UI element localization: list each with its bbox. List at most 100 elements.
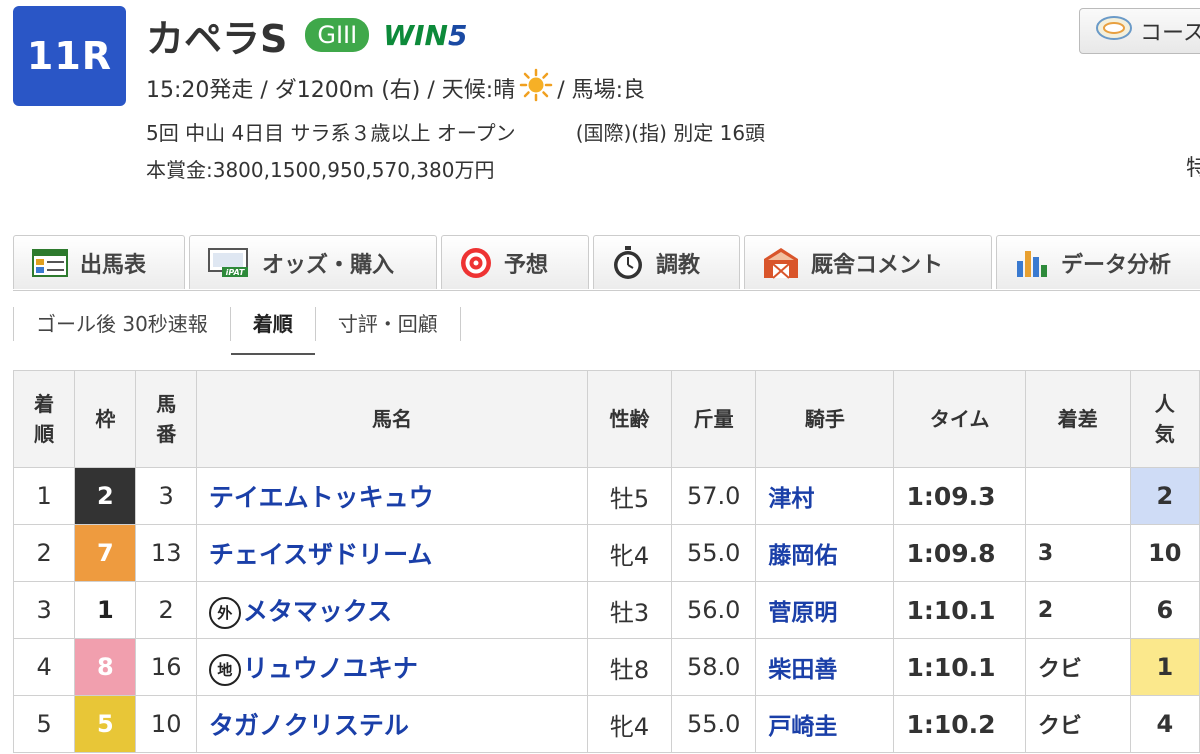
popularity-cell: 10 <box>1129 524 1200 582</box>
weight-cell: 55.0 <box>670 524 757 582</box>
popularity-cell: 6 <box>1129 581 1200 639</box>
time-cell: 1:09.3 <box>893 467 1026 525</box>
result-table: 着順 枠 馬番 馬名 性齢 斤量 騎手 タイム 着差 人気 1 2 3 テイエム… <box>12 370 1200 753</box>
margin-cell: クビ <box>1024 695 1131 753</box>
header-rank: 着順 <box>12 370 76 468</box>
header-popularity: 人気 <box>1129 370 1200 468</box>
weight-cell: 56.0 <box>670 581 757 639</box>
track-condition: / 馬場:良 <box>557 78 646 103</box>
popularity-cell: 1 <box>1129 638 1200 696</box>
table-row: 1 2 3 テイエムトッキュウ 牡5 57.0 津村 1:09.3 2 <box>12 467 1200 525</box>
time-cell: 1:10.1 <box>893 581 1026 639</box>
jockey-link[interactable]: 菅原明 <box>755 581 895 639</box>
header-weight: 斤量 <box>670 370 757 468</box>
weight-cell: 58.0 <box>670 638 757 696</box>
result-subtabs: ゴール後 30秒速報 着順 寸評・回顧 <box>13 296 461 355</box>
horse-name-link[interactable]: 外メタマックス <box>195 581 589 639</box>
tab-data-analysis[interactable]: データ分析 <box>996 235 1200 289</box>
tab-prediction[interactable]: 予想 <box>441 235 589 289</box>
course-button-label: コース <box>1140 21 1200 46</box>
header-sex-age: 性齢 <box>587 370 672 468</box>
jockey-link[interactable]: 戸崎圭 <box>755 695 895 753</box>
tab-entries[interactable]: 出馬表 <box>13 235 185 289</box>
sex-age-cell: 牡5 <box>587 467 672 525</box>
stopwatch-icon <box>612 245 644 280</box>
race-meta: 5回 中山 4日目 サラ系３歳以上 オープン <box>146 120 516 145</box>
horse-name-link[interactable]: テイエムトッキュウ <box>195 467 589 525</box>
table-row: 5 5 10 タガノクリステル 牝4 55.0 戸崎圭 1:10.2 クビ 4 <box>12 695 1200 753</box>
sun-icon <box>519 68 553 108</box>
waku-cell: 2 <box>74 467 137 525</box>
time-cell: 1:10.2 <box>893 695 1026 753</box>
foreign-horse-icon: 外 <box>208 596 241 629</box>
local-horse-icon: 地 <box>208 653 241 686</box>
ipat-icon: iPAT <box>208 247 250 278</box>
waku-cell: 8 <box>74 638 137 696</box>
tab-label: 厩舎コメント <box>811 252 944 278</box>
sex-age-cell: 牡3 <box>587 581 672 639</box>
grade-badge: GIII <box>305 18 370 52</box>
race-number-badge: 11R <box>13 6 126 106</box>
umaban-cell: 3 <box>135 467 197 525</box>
course-map-icon <box>1094 13 1134 49</box>
race-meta-line: 5回 中山 4日目 サラ系３歳以上 オープン (国際)(指) 別定 16頭 <box>146 116 765 146</box>
horse-name-link[interactable]: タガノクリステル <box>195 695 589 753</box>
margin-cell: 3 <box>1024 524 1131 582</box>
header-umaban: 馬番 <box>135 370 197 468</box>
jockey-link[interactable]: 柴田善 <box>755 638 895 696</box>
header-margin: 着差 <box>1024 370 1131 468</box>
popularity-cell: 4 <box>1129 695 1200 753</box>
rank-cell: 4 <box>12 638 76 696</box>
sex-age-cell: 牝4 <box>587 695 672 753</box>
table-icon <box>32 248 68 277</box>
header-time: タイム <box>893 370 1026 468</box>
time-cell: 1:09.8 <box>893 524 1026 582</box>
horse-name-link[interactable]: 地リュウノユキナ <box>195 638 589 696</box>
tab-training[interactable]: 調教 <box>593 235 740 289</box>
tab-stable-comments[interactable]: 厩舎コメント <box>744 235 992 289</box>
umaban-cell: 10 <box>135 695 197 753</box>
popularity-cell: 2 <box>1129 467 1200 525</box>
sex-age-cell: 牝4 <box>587 524 672 582</box>
sex-age-cell: 牡8 <box>587 638 672 696</box>
tab-odds-purchase[interactable]: iPAT オッズ・購入 <box>189 235 437 289</box>
start-time-distance-weather: 15:20発走 / ダ1200m (右) / 天候:晴 <box>146 78 516 103</box>
weight-cell: 55.0 <box>670 695 757 753</box>
tab-label: 出馬表 <box>80 252 147 278</box>
tab-label: 調教 <box>656 252 701 278</box>
tab-label: オッズ・購入 <box>262 252 395 278</box>
subtab-review[interactable]: 寸評・回顧 <box>316 306 461 341</box>
rank-cell: 1 <box>12 467 76 525</box>
table-row: 3 1 2 外メタマックス 牡3 56.0 菅原明 1:10.1 2 6 <box>12 581 1200 639</box>
waku-cell: 1 <box>74 581 137 639</box>
win5-number: 5 <box>447 18 468 52</box>
subtab-quick-result[interactable]: ゴール後 30秒速報 <box>13 306 231 341</box>
tab-label: 予想 <box>504 252 549 278</box>
margin-cell: 2 <box>1024 581 1131 639</box>
tab-label: データ分析 <box>1061 252 1172 278</box>
course-button[interactable]: コース <box>1079 8 1200 54</box>
header-horse-name: 馬名 <box>195 370 589 468</box>
subtab-finish-order[interactable]: 着順 <box>230 306 316 355</box>
horse-name-text: リュウノユキナ <box>242 653 418 683</box>
table-header-row: 着順 枠 馬番 馬名 性齢 斤量 騎手 タイム 着差 人気 <box>12 370 1200 468</box>
bar-chart-icon <box>1015 247 1049 279</box>
svg-text:iPAT: iPAT <box>226 268 245 277</box>
win5-logo[interactable]: WIN5 <box>383 19 467 52</box>
horse-name-text: メタマックス <box>242 596 393 626</box>
rank-cell: 3 <box>12 581 76 639</box>
horse-name-link[interactable]: チェイスザドリーム <box>195 524 589 582</box>
waku-cell: 7 <box>74 524 137 582</box>
target-icon <box>460 247 492 279</box>
clipped-label: 特 <box>1186 156 1200 181</box>
win5-text: WIN <box>383 18 448 52</box>
barn-icon <box>763 247 799 279</box>
rank-cell: 5 <box>12 695 76 753</box>
race-info-line: 15:20発走 / ダ1200m (右) / 天候:晴 / 馬場:良 <box>146 68 646 104</box>
jockey-link[interactable]: 藤岡佑 <box>755 524 895 582</box>
prize-line: 本賞金:3800,1500,950,570,380万円 <box>146 153 495 183</box>
jockey-link[interactable]: 津村 <box>755 467 895 525</box>
time-cell: 1:10.1 <box>893 638 1026 696</box>
header-jockey: 騎手 <box>755 370 895 468</box>
prize-money: 本賞金:3800,1500,950,570,380万円 <box>146 157 495 182</box>
